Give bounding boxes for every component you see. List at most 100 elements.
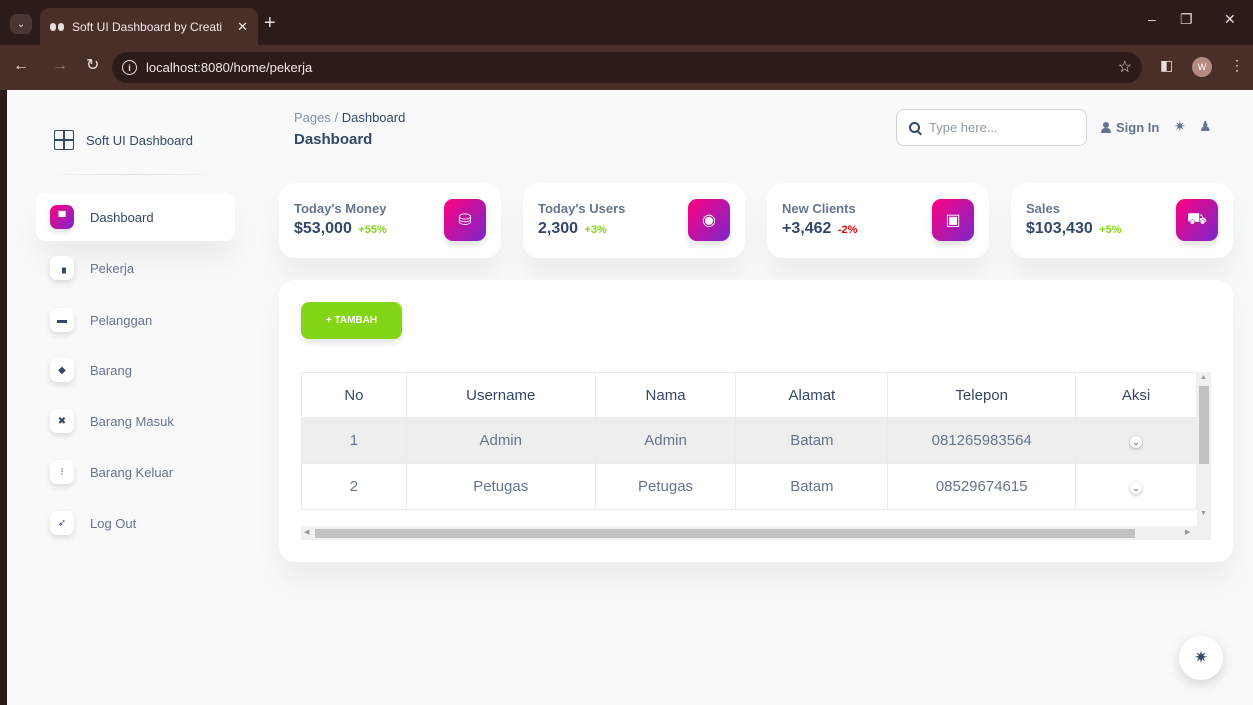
column-header-nama: Nama [594, 372, 737, 418]
column-header-telepon: Telepon [887, 372, 1077, 418]
stat-number: $53,000 [294, 220, 352, 237]
cell-aksi: ⌄ [1075, 417, 1197, 464]
action-dropdown-icon[interactable]: ⌄ [1130, 436, 1143, 448]
search-input[interactable] [929, 120, 1079, 135]
table-row: 2 Petugas Petugas Batam 08529674615 ⌄ [301, 463, 1197, 510]
column-header-alamat: Alamat [735, 372, 889, 418]
globe-icon: ◉ [688, 199, 730, 241]
cell-alamat: Batam [735, 417, 889, 464]
add-button[interactable]: + TAMBAH [301, 302, 402, 339]
sidebar-item-label: Log Out [90, 515, 137, 531]
cell-no: 1 [301, 417, 407, 464]
address-bar[interactable]: i localhost:8080/home/pekerja ☆ [112, 52, 1142, 83]
tools-icon: ✖ [50, 409, 74, 433]
site-info-icon[interactable]: i [122, 60, 137, 75]
pekerja-table-card: + TAMBAH No Username Nama Alamat Telepon… [279, 280, 1233, 562]
stat-card-sales: Sales $103,430 +5% ⛟ [1011, 183, 1233, 258]
credit-card-icon: ▬ [50, 308, 74, 332]
stat-value: $53,000 +55% [294, 220, 387, 238]
box-icon: ◆ [50, 358, 74, 382]
url-text[interactable]: localhost:8080/home/pekerja [146, 60, 312, 75]
table-scroll-container[interactable]: No Username Nama Alamat Telepon Aksi 1 A… [301, 372, 1211, 542]
gear-icon[interactable]: ✷ [1174, 118, 1186, 135]
scroll-right-arrow-icon[interactable]: ▶ [1185, 528, 1190, 536]
store-icon: ▀ [50, 205, 74, 229]
sidebar-item-barang[interactable]: ◆ Barang [36, 346, 235, 394]
action-dropdown-icon[interactable]: ⌄ [1130, 482, 1143, 494]
window-close-icon[interactable]: ✕ [1224, 11, 1236, 28]
sidebar-item-label: Dashboard [90, 209, 154, 225]
sign-in-label: Sign In [1116, 120, 1160, 135]
settings-fab-gear-icon[interactable]: ✷ [1179, 636, 1223, 680]
stat-card-money: Today's Money $53,000 +55% ⛁ [279, 183, 501, 258]
stat-value: $103,430 +5% [1026, 220, 1122, 238]
stat-number: 2,300 [538, 220, 579, 237]
table-header-row: No Username Nama Alamat Telepon Aksi [301, 372, 1197, 418]
scroll-left-arrow-icon[interactable]: ◀ [304, 528, 309, 536]
sidebar-item-pelanggan[interactable]: ▬ Pelanggan [36, 296, 235, 344]
brand[interactable]: Soft UI Dashboard [54, 130, 193, 150]
document-icon: ▣ [932, 199, 974, 241]
favicon-icon [50, 22, 64, 31]
sidebar-item-label: Barang Keluar [90, 464, 174, 480]
side-panel-icon[interactable]: ◧ [1160, 57, 1173, 74]
back-icon[interactable]: ← [13, 58, 29, 74]
cell-username: Petugas [405, 463, 596, 510]
stat-label: Today's Money [294, 201, 387, 216]
horizontal-scrollbar[interactable]: ◀ ▶ [301, 526, 1197, 540]
sidebar-item-pekerja[interactable]: ▗ Pekerja [36, 244, 235, 292]
stat-change: +55% [358, 224, 387, 236]
bookmark-star-icon[interactable]: ☆ [1118, 57, 1132, 77]
brand-logo-icon [54, 130, 74, 150]
browser-menu-icon[interactable]: ⋮ [1230, 57, 1244, 74]
minimize-icon[interactable]: – [1148, 11, 1156, 27]
sidebar-item-dashboard[interactable]: ▀ Dashboard [36, 193, 235, 241]
sidebar-divider [49, 174, 219, 175]
horizontal-scroll-thumb[interactable] [315, 529, 1135, 538]
bell-icon[interactable]: ♟ [1199, 118, 1212, 135]
sidebar-item-log-out[interactable]: ➶ Log Out [36, 499, 235, 547]
reload-icon[interactable]: ↻ [86, 58, 99, 74]
vertical-scrollbar[interactable]: ▲ ▼ [1197, 372, 1211, 540]
cell-nama: Admin [594, 417, 737, 464]
sidebar-item-label: Pelanggan [90, 312, 153, 328]
stat-value: 2,300 +3% [538, 220, 607, 238]
sign-in-link[interactable]: Sign In [1101, 120, 1159, 135]
close-tab-icon[interactable]: ✕ [237, 19, 248, 35]
scroll-down-arrow-icon[interactable]: ▼ [1200, 510, 1207, 517]
stat-change: -2% [837, 224, 858, 236]
cell-nama: Petugas [594, 463, 737, 510]
forward-icon[interactable]: → [52, 58, 68, 74]
sidebar-item-barang-masuk[interactable]: ✖ Barang Masuk [36, 397, 235, 445]
browser-titlebar: ⌄ Soft UI Dashboard by Creative T ✕ + – … [0, 0, 1253, 45]
search-icon [909, 122, 920, 133]
tab-title: Soft UI Dashboard by Creative T [72, 19, 222, 34]
stat-change: +3% [584, 224, 607, 236]
cell-telepon: 081265983564 [887, 417, 1077, 464]
stat-number: $103,430 [1026, 220, 1093, 237]
stat-number: +3,462 [782, 220, 832, 237]
sidebar-item-label: Barang Masuk [90, 413, 174, 429]
browser-toolbar: ← → ↻ i localhost:8080/home/pekerja ☆ ◧ … [0, 45, 1253, 90]
stat-card-clients: New Clients +3,462 -2% ▣ [767, 183, 989, 258]
cell-username: Admin [405, 417, 596, 464]
vertical-scroll-thumb[interactable] [1199, 386, 1209, 464]
sidebar-item-barang-keluar[interactable]: ⁝ Barang Keluar [36, 448, 235, 496]
search-box[interactable] [896, 109, 1087, 146]
cell-telepon: 08529674615 [887, 463, 1077, 510]
profile-avatar[interactable]: W [1192, 57, 1212, 77]
browser-tab[interactable]: Soft UI Dashboard by Creative T ✕ [40, 8, 258, 45]
scroll-up-arrow-icon[interactable]: ▲ [1200, 374, 1207, 381]
user-icon [1101, 122, 1111, 133]
cell-alamat: Batam [735, 463, 889, 510]
breadcrumb-root[interactable]: Pages [294, 110, 331, 125]
stat-label: New Clients [782, 201, 856, 216]
tab-search-button[interactable]: ⌄ [10, 14, 32, 34]
breadcrumb: Pages / Dashboard [294, 110, 405, 125]
breadcrumb-separator: / [330, 110, 342, 125]
new-tab-button[interactable]: + [264, 13, 276, 33]
restore-icon[interactable]: ❐ [1180, 11, 1193, 28]
chart-bars-icon: ▗ [50, 256, 74, 280]
table-row: 1 Admin Admin Batam 081265983564 ⌄ [301, 417, 1197, 464]
sidebar-item-label: Pekerja [90, 260, 135, 276]
